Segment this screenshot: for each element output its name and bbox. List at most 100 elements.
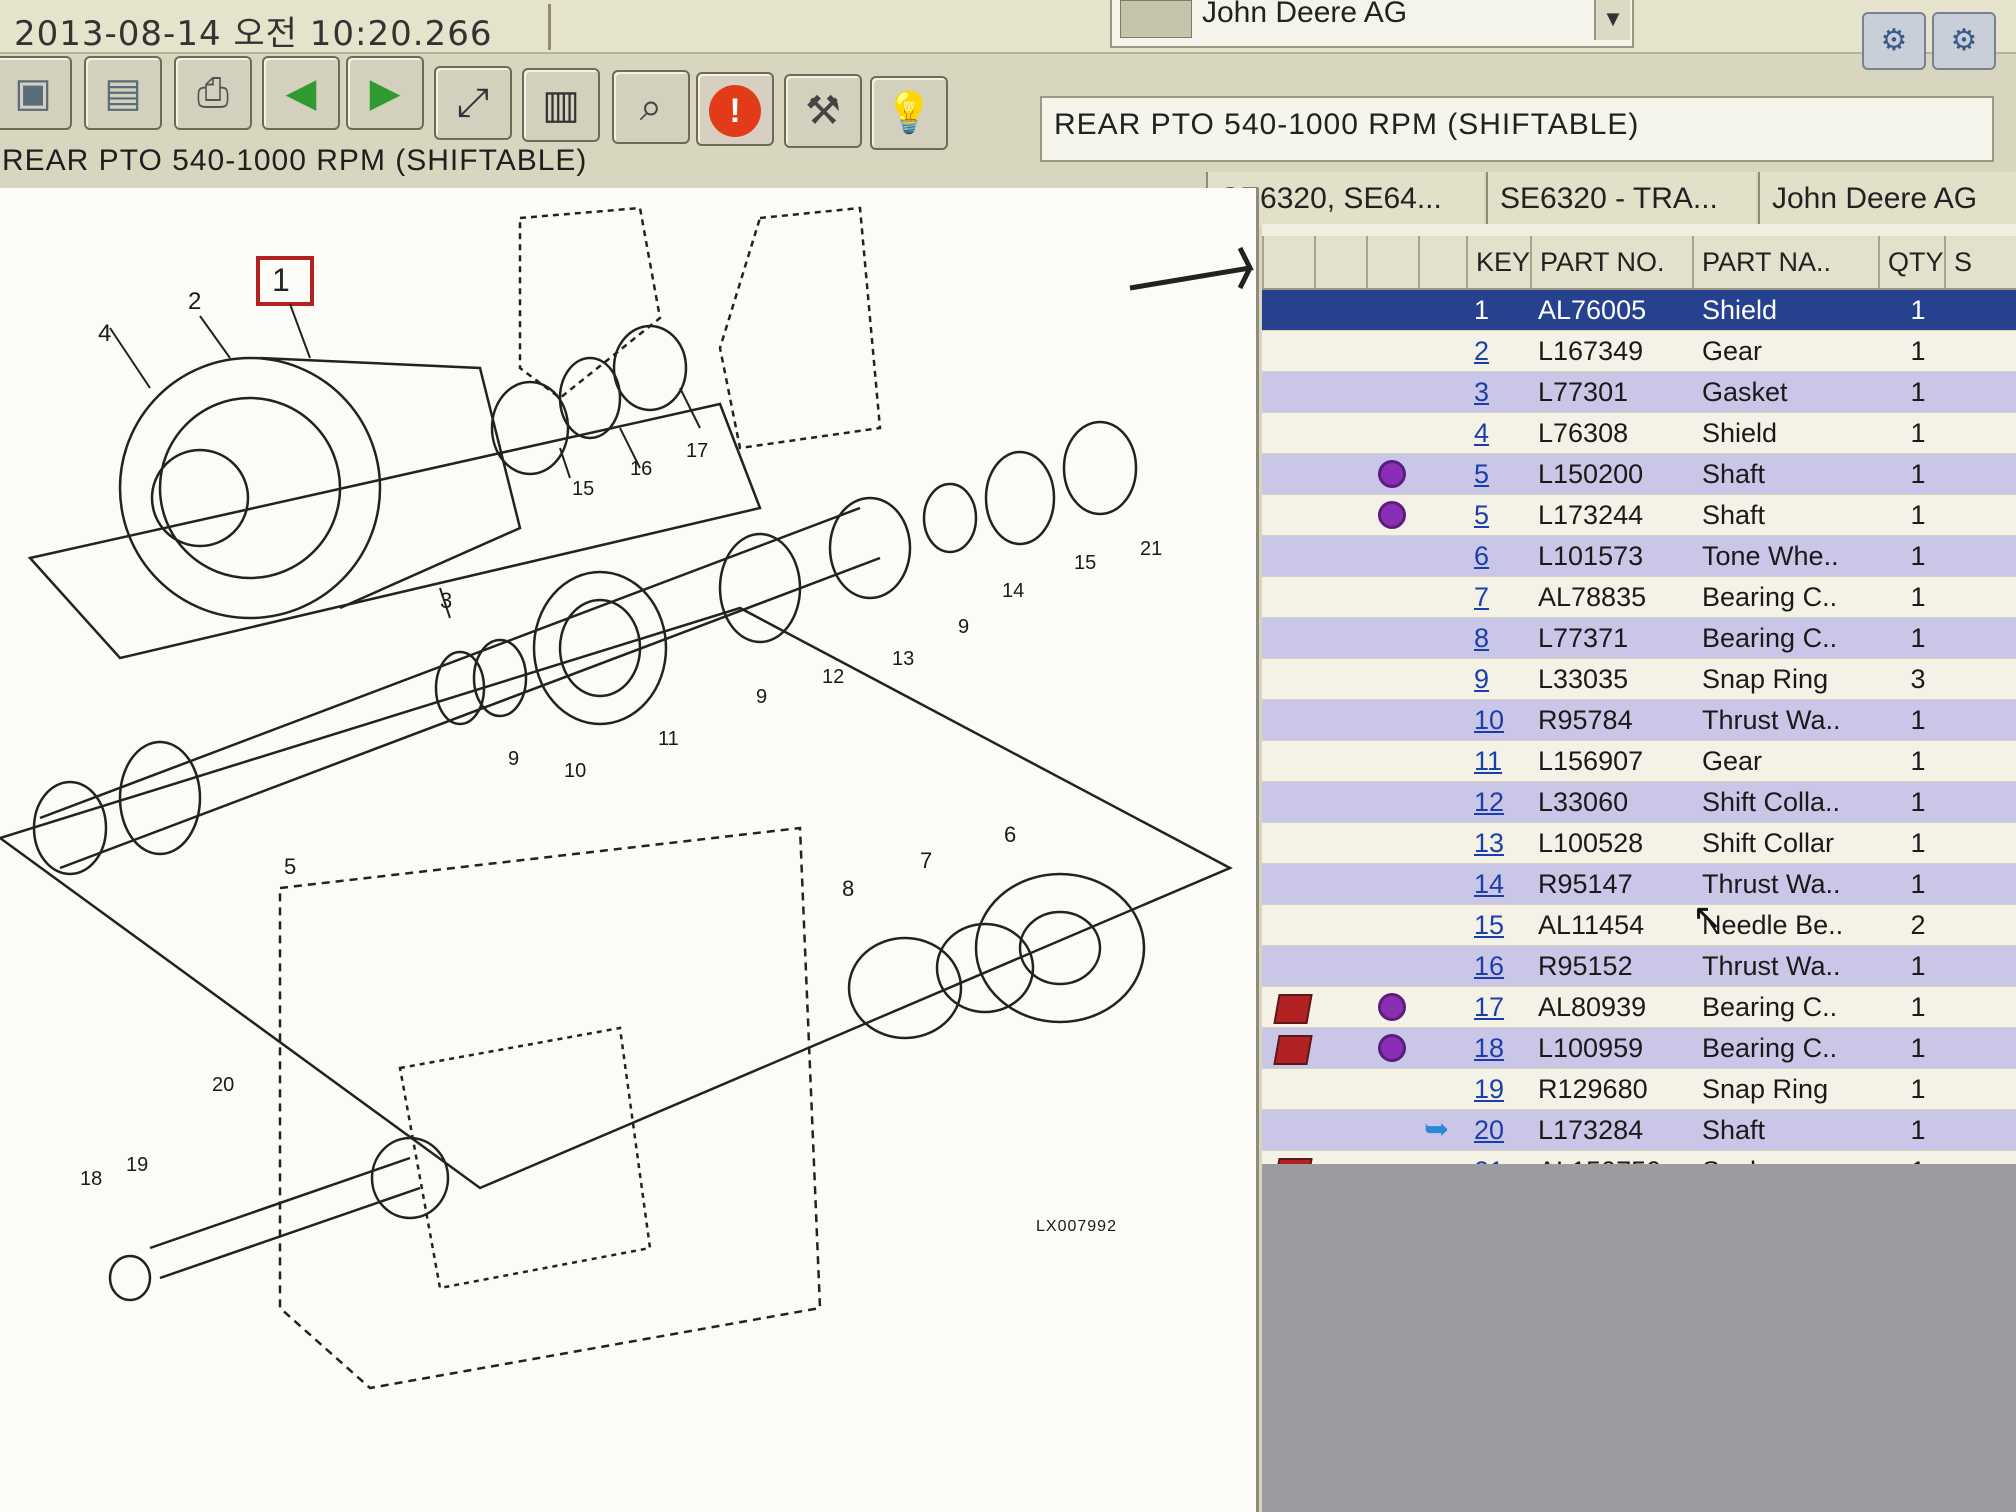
row-key[interactable]: 15 — [1474, 905, 1530, 945]
table-row[interactable]: 16 R95152 Thrust Wa.. 1 — [1262, 946, 2016, 987]
table-row[interactable]: 12 L33060 Shift Colla.. 1 — [1262, 782, 2016, 823]
callout-label[interactable]: 9 — [958, 616, 969, 639]
row-key[interactable]: 14 — [1474, 864, 1530, 904]
back-button[interactable]: ◀ — [262, 56, 340, 130]
search-catalog-button[interactable]: ⚙ — [1862, 12, 1926, 70]
row-key[interactable]: 17 — [1474, 987, 1530, 1027]
table-row[interactable]: 11 L156907 Gear 1 — [1262, 741, 2016, 782]
callout-label[interactable]: 12 — [822, 666, 844, 689]
table-row[interactable]: 8 L77371 Bearing C.. 1 — [1262, 618, 2016, 659]
arrow-icon[interactable]: ➥ — [1424, 1110, 1449, 1150]
header-s[interactable]: S — [1944, 236, 2016, 288]
alert-button[interactable]: ! — [696, 72, 774, 146]
table-row[interactable]: 9 L33035 Snap Ring 3 — [1262, 659, 2016, 700]
header-part-no[interactable]: PART NO. — [1530, 236, 1700, 288]
callout-label[interactable]: 2 — [188, 288, 201, 316]
table-row[interactable]: 7 AL78835 Bearing C.. 1 — [1262, 577, 2016, 618]
table-row[interactable]: 4 L76308 Shield 1 — [1262, 413, 2016, 454]
flower-icon[interactable] — [1378, 501, 1406, 529]
callout-label[interactable]: 10 — [564, 760, 586, 783]
table-row[interactable]: 19 R129680 Snap Ring 1 — [1262, 1069, 2016, 1110]
zoom-button[interactable]: ⌕ — [612, 70, 690, 144]
row-key[interactable]: 12 — [1474, 782, 1530, 822]
table-row[interactable]: 14 R95147 Thrust Wa.. 1 — [1262, 864, 2016, 905]
callout-label[interactable]: 18 — [80, 1168, 102, 1191]
table-row[interactable]: 13 L100528 Shift Collar 1 — [1262, 823, 2016, 864]
callout-label[interactable]: 13 — [892, 648, 914, 671]
catalog-button[interactable]: ▣ — [0, 56, 72, 130]
row-icon-cell: ➥ — [1418, 1110, 1464, 1150]
callout-label[interactable]: 14 — [1002, 580, 1024, 603]
row-key[interactable]: 10 — [1474, 700, 1530, 740]
print-button[interactable]: ⎙ — [174, 56, 252, 130]
callout-label[interactable]: 16 — [630, 458, 652, 481]
row-key[interactable]: 5 — [1474, 495, 1530, 535]
row-key[interactable]: 7 — [1474, 577, 1530, 617]
title-bar: 2013-08-14 오전 10:20.266 John Deere AG ▼ … — [0, 0, 2016, 70]
row-key[interactable]: 16 — [1474, 946, 1530, 986]
table-row[interactable]: 15 AL11454 Needle Be.. 2 — [1262, 905, 2016, 946]
table-row[interactable]: ➥ 20 L173284 Shaft 1 — [1262, 1110, 2016, 1151]
row-key[interactable]: 20 — [1474, 1110, 1530, 1150]
callout-label[interactable]: 3 — [440, 588, 452, 614]
header-part-name[interactable]: PART NA.. — [1692, 236, 1886, 288]
header-key[interactable]: KEY — [1466, 236, 1538, 288]
callout-label[interactable]: 4 — [98, 320, 111, 348]
table-row[interactable]: 17 AL80939 Bearing C.. 1 — [1262, 987, 2016, 1028]
row-key[interactable]: 4 — [1474, 413, 1530, 453]
table-row[interactable]: 5 L173244 Shaft 1 — [1262, 495, 2016, 536]
row-key[interactable]: 8 — [1474, 618, 1530, 658]
callout-label[interactable]: 15 — [572, 478, 594, 501]
row-key[interactable]: 13 — [1474, 823, 1530, 863]
callout-label[interactable]: 15 — [1074, 552, 1096, 575]
table-row[interactable]: 18 L100959 Bearing C.. 1 — [1262, 1028, 2016, 1069]
flower-icon[interactable] — [1378, 993, 1406, 1021]
note-icon[interactable] — [1273, 994, 1313, 1024]
vendor-dropdown[interactable]: John Deere AG ▼ — [1110, 0, 1634, 48]
row-key[interactable]: 6 — [1474, 536, 1530, 576]
row-key[interactable]: 1 — [1474, 290, 1530, 330]
settings-catalog-button[interactable]: ⚙ — [1932, 12, 1996, 70]
table-row[interactable]: 3 L77301 Gasket 1 — [1262, 372, 2016, 413]
callout-label[interactable]: 21 — [1140, 538, 1162, 561]
row-key[interactable]: 9 — [1474, 659, 1530, 699]
note-icon[interactable] — [1273, 1035, 1313, 1065]
wrench-icon: ⚒ — [805, 89, 841, 133]
fullscreen-button[interactable]: ⤢ — [434, 66, 512, 140]
exploded-parts-diagram[interactable]: 1 2 3 4 5 6 7 8 9 9 9 10 11 12 13 14 15 … — [0, 188, 1259, 1512]
callout-label[interactable]: 7 — [920, 848, 932, 874]
forward-button[interactable]: ▶ — [346, 56, 424, 130]
row-key[interactable]: 11 — [1474, 741, 1530, 781]
table-row[interactable]: 6 L101573 Tone Whe.. 1 — [1262, 536, 2016, 577]
callout-label[interactable]: 17 — [686, 440, 708, 463]
row-key[interactable]: 18 — [1474, 1028, 1530, 1068]
callout-label[interactable]: 19 — [126, 1154, 148, 1177]
callout-label[interactable]: 6 — [1004, 822, 1016, 848]
row-key[interactable]: 5 — [1474, 454, 1530, 494]
row-key[interactable]: 19 — [1474, 1069, 1530, 1109]
row-key[interactable]: 3 — [1474, 372, 1530, 412]
callout-label[interactable]: 5 — [284, 854, 296, 880]
breadcrumb-vendor[interactable]: John Deere AG — [1758, 172, 2016, 226]
flower-icon[interactable] — [1378, 1034, 1406, 1062]
callout-label[interactable]: 1 — [272, 262, 290, 299]
flower-icon[interactable] — [1378, 460, 1406, 488]
callout-label[interactable]: 9 — [756, 686, 767, 709]
chevron-down-icon[interactable]: ▼ — [1594, 0, 1630, 40]
callout-label[interactable]: 8 — [842, 876, 854, 902]
table-row[interactable]: 2 L167349 Gear 1 — [1262, 331, 2016, 372]
tools-button[interactable]: ⚒ — [784, 74, 862, 148]
table-row[interactable]: 1 AL76005 Shield 1 — [1262, 290, 2016, 331]
table-row[interactable]: 5 L150200 Shaft 1 — [1262, 454, 2016, 495]
breadcrumb-section[interactable]: SE6320 - TRA... — [1486, 172, 1756, 226]
tips-button[interactable]: 💡 — [870, 76, 948, 150]
row-part-name: Gasket — [1702, 377, 1788, 407]
columns-button[interactable]: ▥ — [522, 68, 600, 142]
callout-label[interactable]: 11 — [658, 728, 679, 751]
cart-button[interactable]: ▤ — [84, 56, 162, 130]
callout-label[interactable]: 20 — [212, 1074, 234, 1097]
table-row[interactable]: 10 R95784 Thrust Wa.. 1 — [1262, 700, 2016, 741]
row-key[interactable]: 2 — [1474, 331, 1530, 371]
callout-label[interactable]: 9 — [508, 748, 519, 771]
header-qty[interactable]: QTY — [1878, 236, 1952, 288]
